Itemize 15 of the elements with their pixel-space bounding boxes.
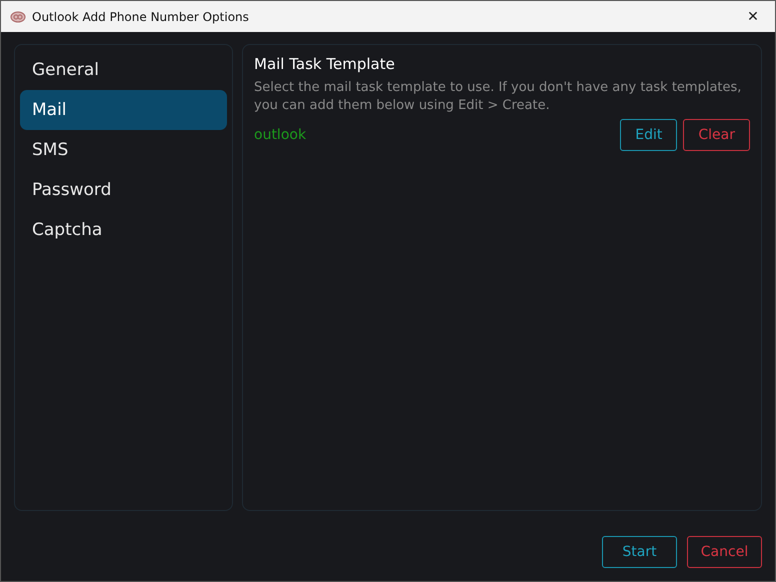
app-icon (10, 10, 26, 22)
action-button[interactable]: Clear (683, 119, 750, 151)
sidebar-item[interactable]: General (20, 50, 227, 90)
footer-button[interactable]: Cancel (687, 536, 762, 568)
window-title: Outlook Add Phone Number Options (32, 10, 250, 24)
section-title: Mail Task Template (254, 55, 396, 73)
sidebar-item[interactable]: Password (20, 170, 227, 210)
section-description: Select the mail task template to use. If you don't have any task templates, you can add them below using Edit > Create. (254, 79, 742, 115)
action-button[interactable]: Edit (620, 119, 678, 151)
sidebar-item[interactable]: Mail (20, 90, 227, 130)
template-value: outlook (254, 127, 308, 143)
footer-button[interactable]: Start (602, 536, 677, 568)
sidebar-item[interactable]: Captcha (20, 210, 227, 250)
close-button[interactable]: ✕ (731, 1, 775, 32)
sidebar-item[interactable]: SMS (20, 130, 227, 170)
